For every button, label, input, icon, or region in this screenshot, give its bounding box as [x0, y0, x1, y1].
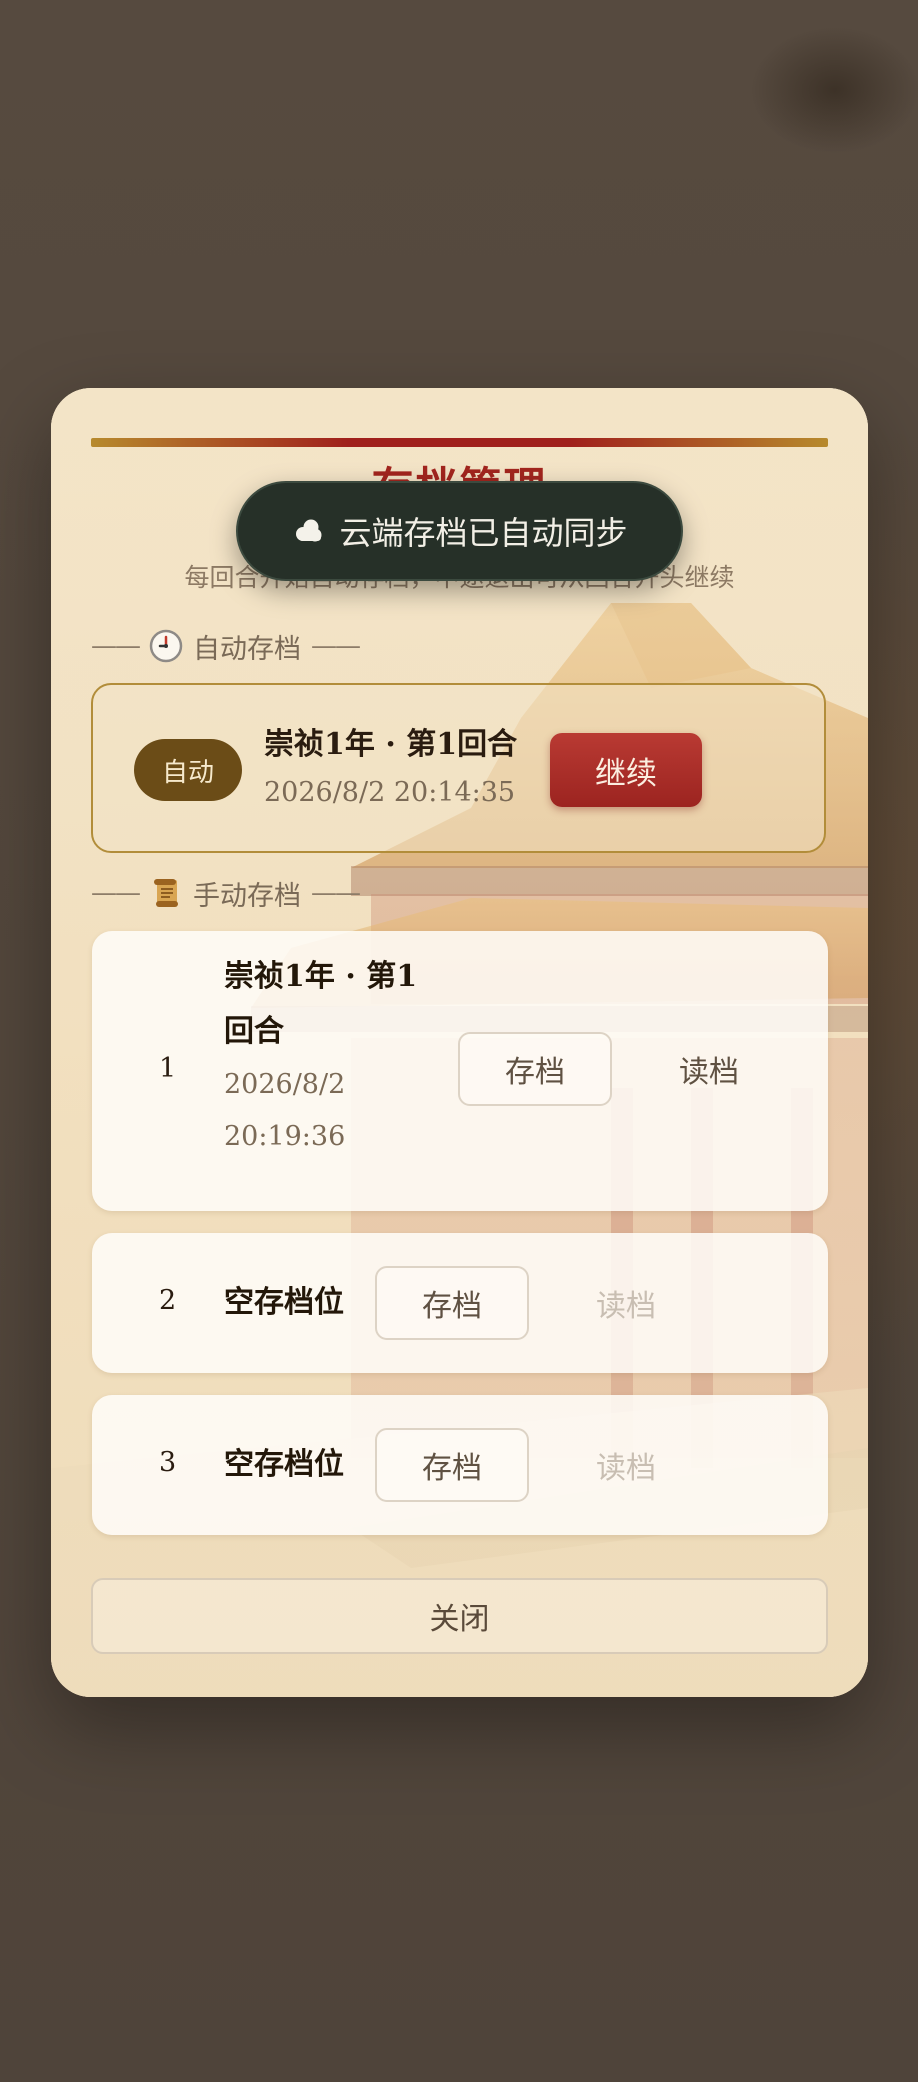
label-dash-left: —— — [91, 878, 141, 908]
manual-save-slot-1: 1 崇祯1年 · 第1 回合 2026/8/2 20:19:36 存档 读档 — [92, 931, 828, 1211]
label-dash-left: —— — [91, 631, 141, 661]
slot-time-line1: 2026/8/2 — [224, 1069, 346, 1100]
scroll-icon — [149, 876, 183, 910]
toast-text: 云端存档已自动同步 — [339, 514, 628, 552]
manual-save-slot-2: 2 空存档位 存档 读档 — [92, 1233, 828, 1373]
auto-save-slot: 自动 崇祯1年 · 第1回合 2026/8/2 20:14:35 继续 — [91, 683, 826, 853]
cloud-icon — [291, 514, 325, 548]
label-dash-right: —— — [311, 878, 361, 908]
manual-save-section-label: —— 手动存档 —— — [91, 873, 361, 913]
save-button[interactable]: 存档 — [375, 1266, 529, 1340]
slot-time-line2: 20:19:36 — [224, 1121, 346, 1152]
load-button[interactable]: 读档 — [632, 1032, 786, 1106]
slot-number: 1 — [159, 1053, 177, 1084]
auto-slot-time: 2026/8/2 20:14:35 — [264, 777, 516, 808]
cloud-sync-toast: 云端存档已自动同步 — [236, 481, 683, 581]
slot-number: 2 — [159, 1285, 177, 1316]
slot-title-line1: 崇祯1年 · 第1 — [224, 959, 418, 994]
manual-save-label: 手动存档 — [193, 880, 301, 912]
load-button-disabled: 读档 — [596, 1289, 656, 1324]
load-button-disabled: 读档 — [596, 1451, 656, 1486]
manual-save-slot-3: 3 空存档位 存档 读档 — [92, 1395, 828, 1535]
slot-number: 3 — [159, 1447, 177, 1478]
slot-title-line2: 回合 — [224, 1014, 284, 1049]
auto-save-label: 自动存档 — [193, 633, 301, 665]
label-dash-right: —— — [311, 631, 361, 661]
save-button[interactable]: 存档 — [375, 1428, 529, 1502]
slot-title: 空存档位 — [224, 1447, 344, 1482]
save-button[interactable]: 存档 — [458, 1032, 612, 1106]
continue-button[interactable]: 继续 — [550, 733, 702, 807]
clock-icon — [149, 629, 183, 663]
top-decorative-stripe — [91, 438, 828, 447]
auto-badge: 自动 — [134, 739, 242, 801]
close-button[interactable]: 关闭 — [91, 1578, 828, 1654]
slot-title: 空存档位 — [224, 1285, 344, 1320]
auto-save-section-label: —— 自动存档 —— — [91, 626, 361, 666]
auto-slot-title: 崇祯1年 · 第1回合 — [264, 727, 518, 762]
save-manager-modal: 存档管理 每回合开始自动存档，中途退出可从回合开头继续 —— 自动存档 —— 自… — [51, 388, 868, 1697]
